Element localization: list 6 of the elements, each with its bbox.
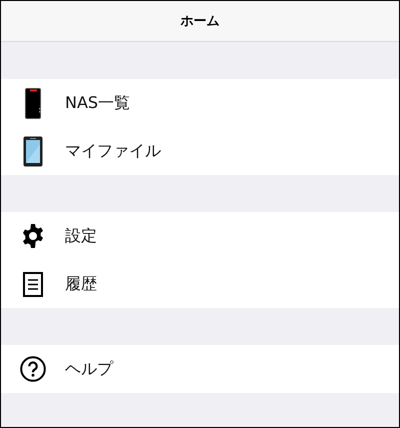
help-icon — [20, 356, 46, 382]
tablet-icon — [23, 136, 43, 166]
screen-title: ホーム — [180, 13, 220, 30]
settings-icon — [21, 224, 45, 248]
document-icon — [23, 272, 43, 296]
nas-device-icon — [25, 88, 41, 118]
